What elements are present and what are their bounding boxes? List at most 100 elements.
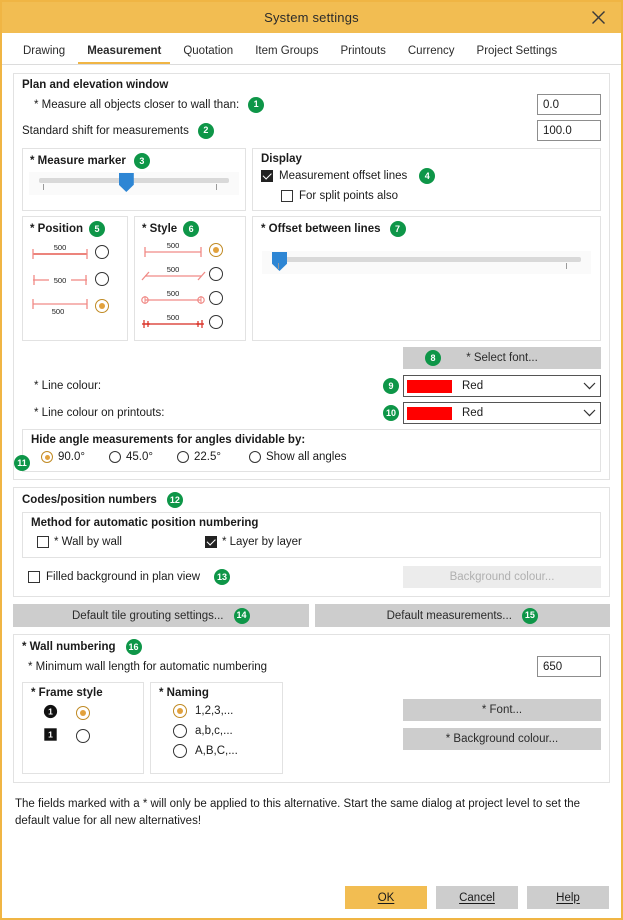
naming-option-0[interactable]: 1,2,3,... [151,699,282,718]
hide-angles-title: Hide angle measurements for angles divid… [31,434,306,446]
position-option-1[interactable]: 500 [23,263,127,290]
style-option-0[interactable]: 500 [135,237,245,260]
filled-background-label: Filled background in plan view [46,571,201,583]
min-wall-length-input[interactable]: 650 [537,656,601,677]
svg-text:1: 1 [48,707,53,717]
offset-between-lines-slider[interactable] [262,251,591,274]
frame-style-group: * Frame style 1 1 [22,682,144,774]
tab-measurement[interactable]: Measurement [78,42,171,64]
badge-11: 11 [14,455,30,471]
wall-font-button[interactable]: * Font... [403,699,601,721]
badge-12: 12 [166,492,183,508]
badge-8: 8 [425,350,441,366]
frame-style-radio-0[interactable] [76,706,90,720]
min-wall-length-label: * Minimum wall length for automatic numb… [28,660,268,673]
wall-by-wall-checkbox[interactable] [37,536,49,548]
line-colour-dropdown[interactable]: Red [403,375,601,397]
style-title: * Style [142,223,178,235]
default-tile-grouting-label: Default tile grouting settings... [72,609,224,622]
default-measurements-button[interactable]: Default measurements... 15 [314,604,610,627]
style-option-2[interactable]: 500 [135,284,245,308]
svg-text:500: 500 [54,276,67,285]
position-radio-2[interactable] [95,299,109,313]
style-radio-2[interactable] [209,291,223,305]
naming-radio-0[interactable] [173,704,187,718]
hide-angles-label-1: 45.0° [125,451,153,463]
position-option-2[interactable]: 500 [23,290,127,325]
tab-drawing[interactable]: Drawing [14,42,74,64]
svg-text:500: 500 [167,241,180,250]
hide-angles-label-0: 90.0° [58,451,85,463]
wall-by-wall-label: * Wall by wall [54,536,122,548]
tab-item-groups[interactable]: Item Groups [246,42,327,64]
default-tile-grouting-button[interactable]: Default tile grouting settings... 14 [13,604,309,627]
settings-content: Plan and elevation window * Measure all … [2,65,621,829]
naming-radio-2[interactable] [173,744,187,758]
select-font-button[interactable]: 8 * Select font... [403,347,601,369]
footnote-text: The fields marked with a * will only be … [15,798,581,827]
hide-angles-radio-0[interactable] [41,451,53,463]
naming-option-1[interactable]: a,b,c,... [151,718,282,738]
badge-1: 1 [248,96,265,113]
position-radio-1[interactable] [95,272,109,286]
measure-closer-input[interactable]: 0.0 [537,94,601,115]
hide-angles-label-2: 22.5° [193,451,221,463]
hide-angles-radio-2[interactable] [176,451,189,463]
badge-3: 3 [133,153,150,169]
hide-angles-label-3: Show all angles [265,451,347,463]
standard-shift-input[interactable]: 100.0 [537,120,601,141]
display-group: Display Measurement offset lines 4 For s… [252,148,601,211]
chevron-down-icon[interactable] [578,382,600,390]
style-radio-0[interactable] [209,243,223,257]
ok-button[interactable]: OK [345,886,427,909]
layer-by-layer-checkbox[interactable] [204,536,217,548]
plan-group-title: Plan and elevation window [22,79,169,91]
plan-and-elevation-group: Plan and elevation window * Measure all … [13,73,610,480]
naming-option-2[interactable]: A,B,C,... [151,738,282,758]
frame-style-option-0[interactable]: 1 [23,699,143,722]
frame-style-radio-1[interactable] [76,729,90,743]
hide-angles-radio-3[interactable] [248,451,261,463]
naming-radio-1[interactable] [173,724,187,738]
position-option-0[interactable]: 500 [23,237,127,263]
wall-background-colour-button[interactable]: * Background colour... [403,728,601,750]
window-title: System settings [264,10,359,25]
style-option-3[interactable]: 500 [135,308,245,340]
position-glyph-below: 500 [29,295,91,317]
filled-background-checkbox[interactable] [28,571,40,583]
line-colour-printouts-dropdown[interactable]: Red [403,402,601,424]
frame-style-option-1[interactable]: 1 [23,722,143,745]
position-radio-0[interactable] [95,245,109,259]
tab-project-settings[interactable]: Project Settings [468,42,567,64]
badge-7: 7 [389,221,406,237]
offset-between-lines-group: * Offset between lines 7 [252,216,601,341]
measure-marker-title: * Measure marker [30,155,126,167]
badge-2: 2 [197,122,214,139]
measure-marker-slider[interactable] [29,172,239,195]
chevron-down-icon[interactable] [578,409,600,417]
numbering-method-group: Method for automatic position numbering … [22,512,601,558]
title-bar: System settings [2,2,621,33]
close-icon[interactable] [583,2,613,33]
frame-style-square-icon: 1 [43,727,58,745]
hide-angles-radio-1[interactable] [108,451,121,463]
style-option-1[interactable]: 500 [135,260,245,284]
style-radio-1[interactable] [209,267,223,281]
wall-numbering-title: * Wall numbering [22,641,116,653]
naming-title: * Naming [159,687,209,699]
style-radio-3[interactable] [209,315,223,329]
cancel-button[interactable]: Cancel [436,886,518,909]
help-button[interactable]: Help [527,886,609,909]
badge-4: 4 [419,168,436,184]
tab-currency[interactable]: Currency [399,42,464,64]
measurement-offset-lines-checkbox[interactable] [261,170,273,182]
ok-label: OK [377,891,395,904]
split-points-checkbox[interactable] [281,190,293,202]
tab-quotation[interactable]: Quotation [174,42,242,64]
svg-text:500: 500 [167,313,180,322]
badge-5: 5 [89,221,106,237]
naming-label-1: a,b,c,... [195,725,233,737]
frame-style-title: * Frame style [31,687,103,699]
tab-printouts[interactable]: Printouts [331,42,394,64]
naming-label-2: A,B,C,... [195,745,238,757]
